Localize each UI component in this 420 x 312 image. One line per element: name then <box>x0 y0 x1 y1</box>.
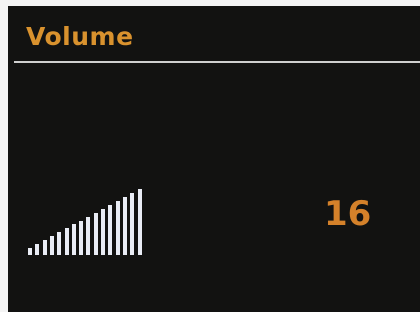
screen-title: Volume <box>26 22 134 51</box>
volume-bar <box>101 208 105 255</box>
volume-bar <box>115 200 120 255</box>
title-divider <box>14 61 420 63</box>
volume-bar <box>28 248 32 255</box>
volume-bar <box>93 212 98 255</box>
volume-value: 16 <box>324 194 372 234</box>
volume-bar <box>42 240 47 255</box>
volume-bar <box>57 232 62 255</box>
volume-bar <box>86 216 91 255</box>
volume-screen: Volume 16 <box>8 6 420 312</box>
volume-bar <box>79 220 84 255</box>
volume-level-indicator <box>8 6 420 312</box>
volume-bar <box>71 224 76 255</box>
volume-bar <box>137 189 142 255</box>
volume-bar <box>108 204 113 255</box>
volume-bar <box>35 244 40 255</box>
volume-bar <box>64 228 69 255</box>
volume-bar <box>49 236 54 255</box>
volume-bar <box>130 192 135 255</box>
volume-bar <box>122 196 127 255</box>
